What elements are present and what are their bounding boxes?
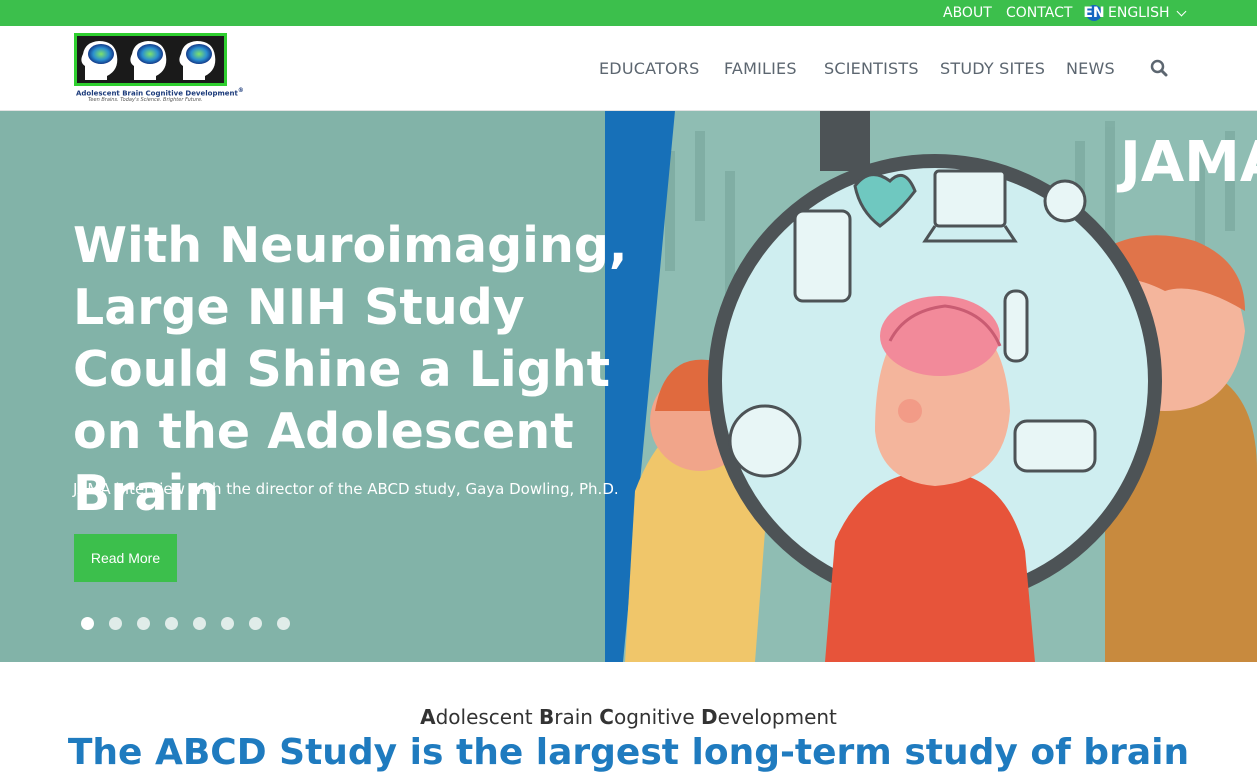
nav-item-educators[interactable]: EDUCATORS bbox=[599, 59, 699, 78]
language-selector[interactable]: EN ENGLISH bbox=[1083, 5, 1186, 21]
brain-heads-icon bbox=[77, 36, 224, 83]
read-more-button[interactable]: Read More bbox=[74, 534, 177, 582]
nav-item-families[interactable]: FAMILIES bbox=[724, 59, 797, 78]
chevron-down-icon bbox=[1176, 6, 1186, 16]
nav-item-study-sites[interactable]: STUDY SITES bbox=[940, 59, 1045, 78]
slider-dot[interactable] bbox=[249, 617, 262, 630]
site-logo[interactable]: Adolescent Brain Cognitive Development® … bbox=[74, 33, 244, 103]
logo-tagline: Teen Brains. Today's Science. Brighter F… bbox=[88, 97, 203, 103]
nav-item-news[interactable]: NEWS bbox=[1066, 59, 1115, 78]
intro-headline: The ABCD Study is the largest long-term … bbox=[67, 732, 1190, 773]
top-link-about[interactable]: ABOUT bbox=[943, 5, 992, 21]
slider-dot[interactable] bbox=[137, 617, 150, 630]
logo-wordmark: Adolescent Brain Cognitive Development® bbox=[76, 88, 244, 98]
search-icon[interactable] bbox=[1150, 59, 1168, 77]
site-header: Adolescent Brain Cognitive Development® … bbox=[0, 26, 1257, 111]
hero-title: With Neuroimaging, Large NIH Study Could… bbox=[73, 217, 628, 522]
logo-image bbox=[74, 33, 227, 86]
slider-dot[interactable] bbox=[81, 617, 94, 630]
slider-dot[interactable] bbox=[165, 617, 178, 630]
study-name-kicker: Adolescent Brain Cognitive Development bbox=[420, 705, 837, 729]
jama-art-text: JAMA bbox=[1116, 130, 1257, 195]
language-label: ENGLISH bbox=[1108, 5, 1170, 21]
nav-item-scientists[interactable]: SCIENTISTS bbox=[824, 59, 919, 78]
slider-dot[interactable] bbox=[277, 617, 290, 630]
slider-dot[interactable] bbox=[193, 617, 206, 630]
slider-dot[interactable] bbox=[221, 617, 234, 630]
slider-dot[interactable] bbox=[109, 617, 122, 630]
slider-dots bbox=[81, 617, 305, 630]
top-link-contact[interactable]: CONTACT bbox=[1006, 5, 1072, 21]
hero-subtitle: JAMA interview with the director of the … bbox=[73, 480, 619, 498]
hero-illustration: JAMA bbox=[605, 111, 1257, 662]
globe-icon: EN bbox=[1083, 5, 1105, 21]
top-utility-bar: ABOUT CONTACT EN ENGLISH bbox=[0, 0, 1257, 26]
hero-slider: JAMA With Neuroimaging, bbox=[0, 111, 1257, 662]
